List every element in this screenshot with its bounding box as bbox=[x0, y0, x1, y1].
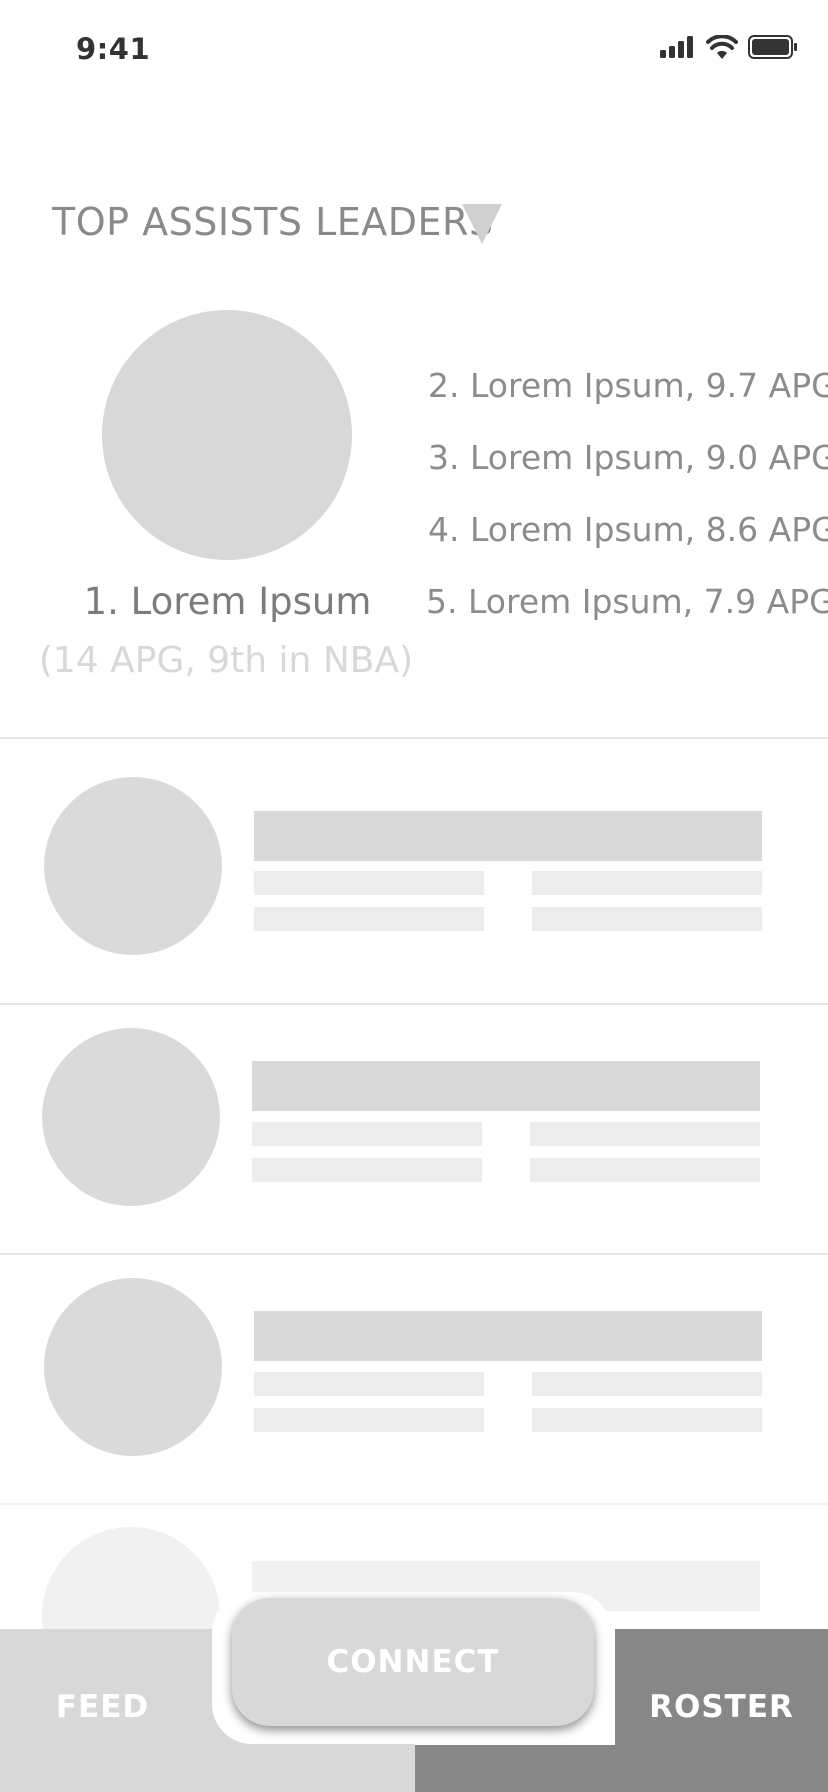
tab-roster[interactable]: ROSTER bbox=[615, 1629, 828, 1792]
tab-feed[interactable]: FEED bbox=[0, 1629, 210, 1792]
dropdown-triangle-icon[interactable] bbox=[462, 204, 502, 244]
placeholder-text-bar bbox=[532, 871, 762, 895]
battery-icon bbox=[748, 35, 797, 59]
ranking-item[interactable]: 5. Lorem Ipsum, 7.9 APG bbox=[426, 582, 828, 621]
placeholder-text-bar bbox=[254, 1372, 484, 1396]
connect-button[interactable]: CONNECT bbox=[232, 1598, 594, 1726]
avatar bbox=[42, 1527, 220, 1629]
connect-button-label: CONNECT bbox=[326, 1644, 500, 1680]
tab-feed-label: FEED bbox=[55, 1689, 150, 1725]
leader-avatar[interactable] bbox=[102, 310, 352, 560]
ranking-item[interactable]: 4. Lorem Ipsum, 8.6 APG bbox=[428, 510, 828, 549]
placeholder-text-bar bbox=[252, 1122, 482, 1146]
page-title: TOP ASSISTS LEADERS bbox=[52, 200, 494, 244]
placeholder-text-bar bbox=[254, 1408, 484, 1432]
tab-roster-label: ROSTER bbox=[649, 1689, 794, 1725]
placeholder-title-bar bbox=[254, 1311, 762, 1361]
ranking-item[interactable]: 2. Lorem Ipsum, 9.7 APG bbox=[428, 366, 828, 405]
signal-icon bbox=[660, 36, 693, 58]
ranking-item[interactable]: 3. Lorem Ipsum, 9.0 APG bbox=[428, 438, 828, 477]
placeholder-text-bar bbox=[532, 1372, 762, 1396]
avatar bbox=[42, 1028, 220, 1206]
placeholder-text-bar bbox=[254, 871, 484, 895]
placeholder-text-bar bbox=[254, 907, 484, 931]
placeholder-text-bar bbox=[530, 1158, 760, 1182]
list-item[interactable] bbox=[0, 1005, 828, 1253]
placeholder-title-bar bbox=[252, 1061, 760, 1111]
status-time: 9:41 bbox=[76, 32, 151, 66]
placeholder-text-bar bbox=[532, 1408, 762, 1432]
placeholder-text-bar bbox=[532, 907, 762, 931]
placeholder-text-bar bbox=[530, 1122, 760, 1146]
placeholder-text-bar bbox=[252, 1158, 482, 1182]
avatar bbox=[44, 1278, 222, 1456]
avatar bbox=[44, 777, 222, 955]
status-icons bbox=[660, 34, 798, 60]
placeholder-title-bar bbox=[254, 811, 762, 861]
wifi-icon bbox=[706, 35, 738, 59]
leader-name: 1. Lorem Ipsum bbox=[83, 580, 372, 623]
list-item[interactable] bbox=[0, 739, 828, 1003]
list-item[interactable] bbox=[0, 1255, 828, 1503]
leader-stats: (14 APG, 9th in NBA) bbox=[38, 640, 414, 681]
